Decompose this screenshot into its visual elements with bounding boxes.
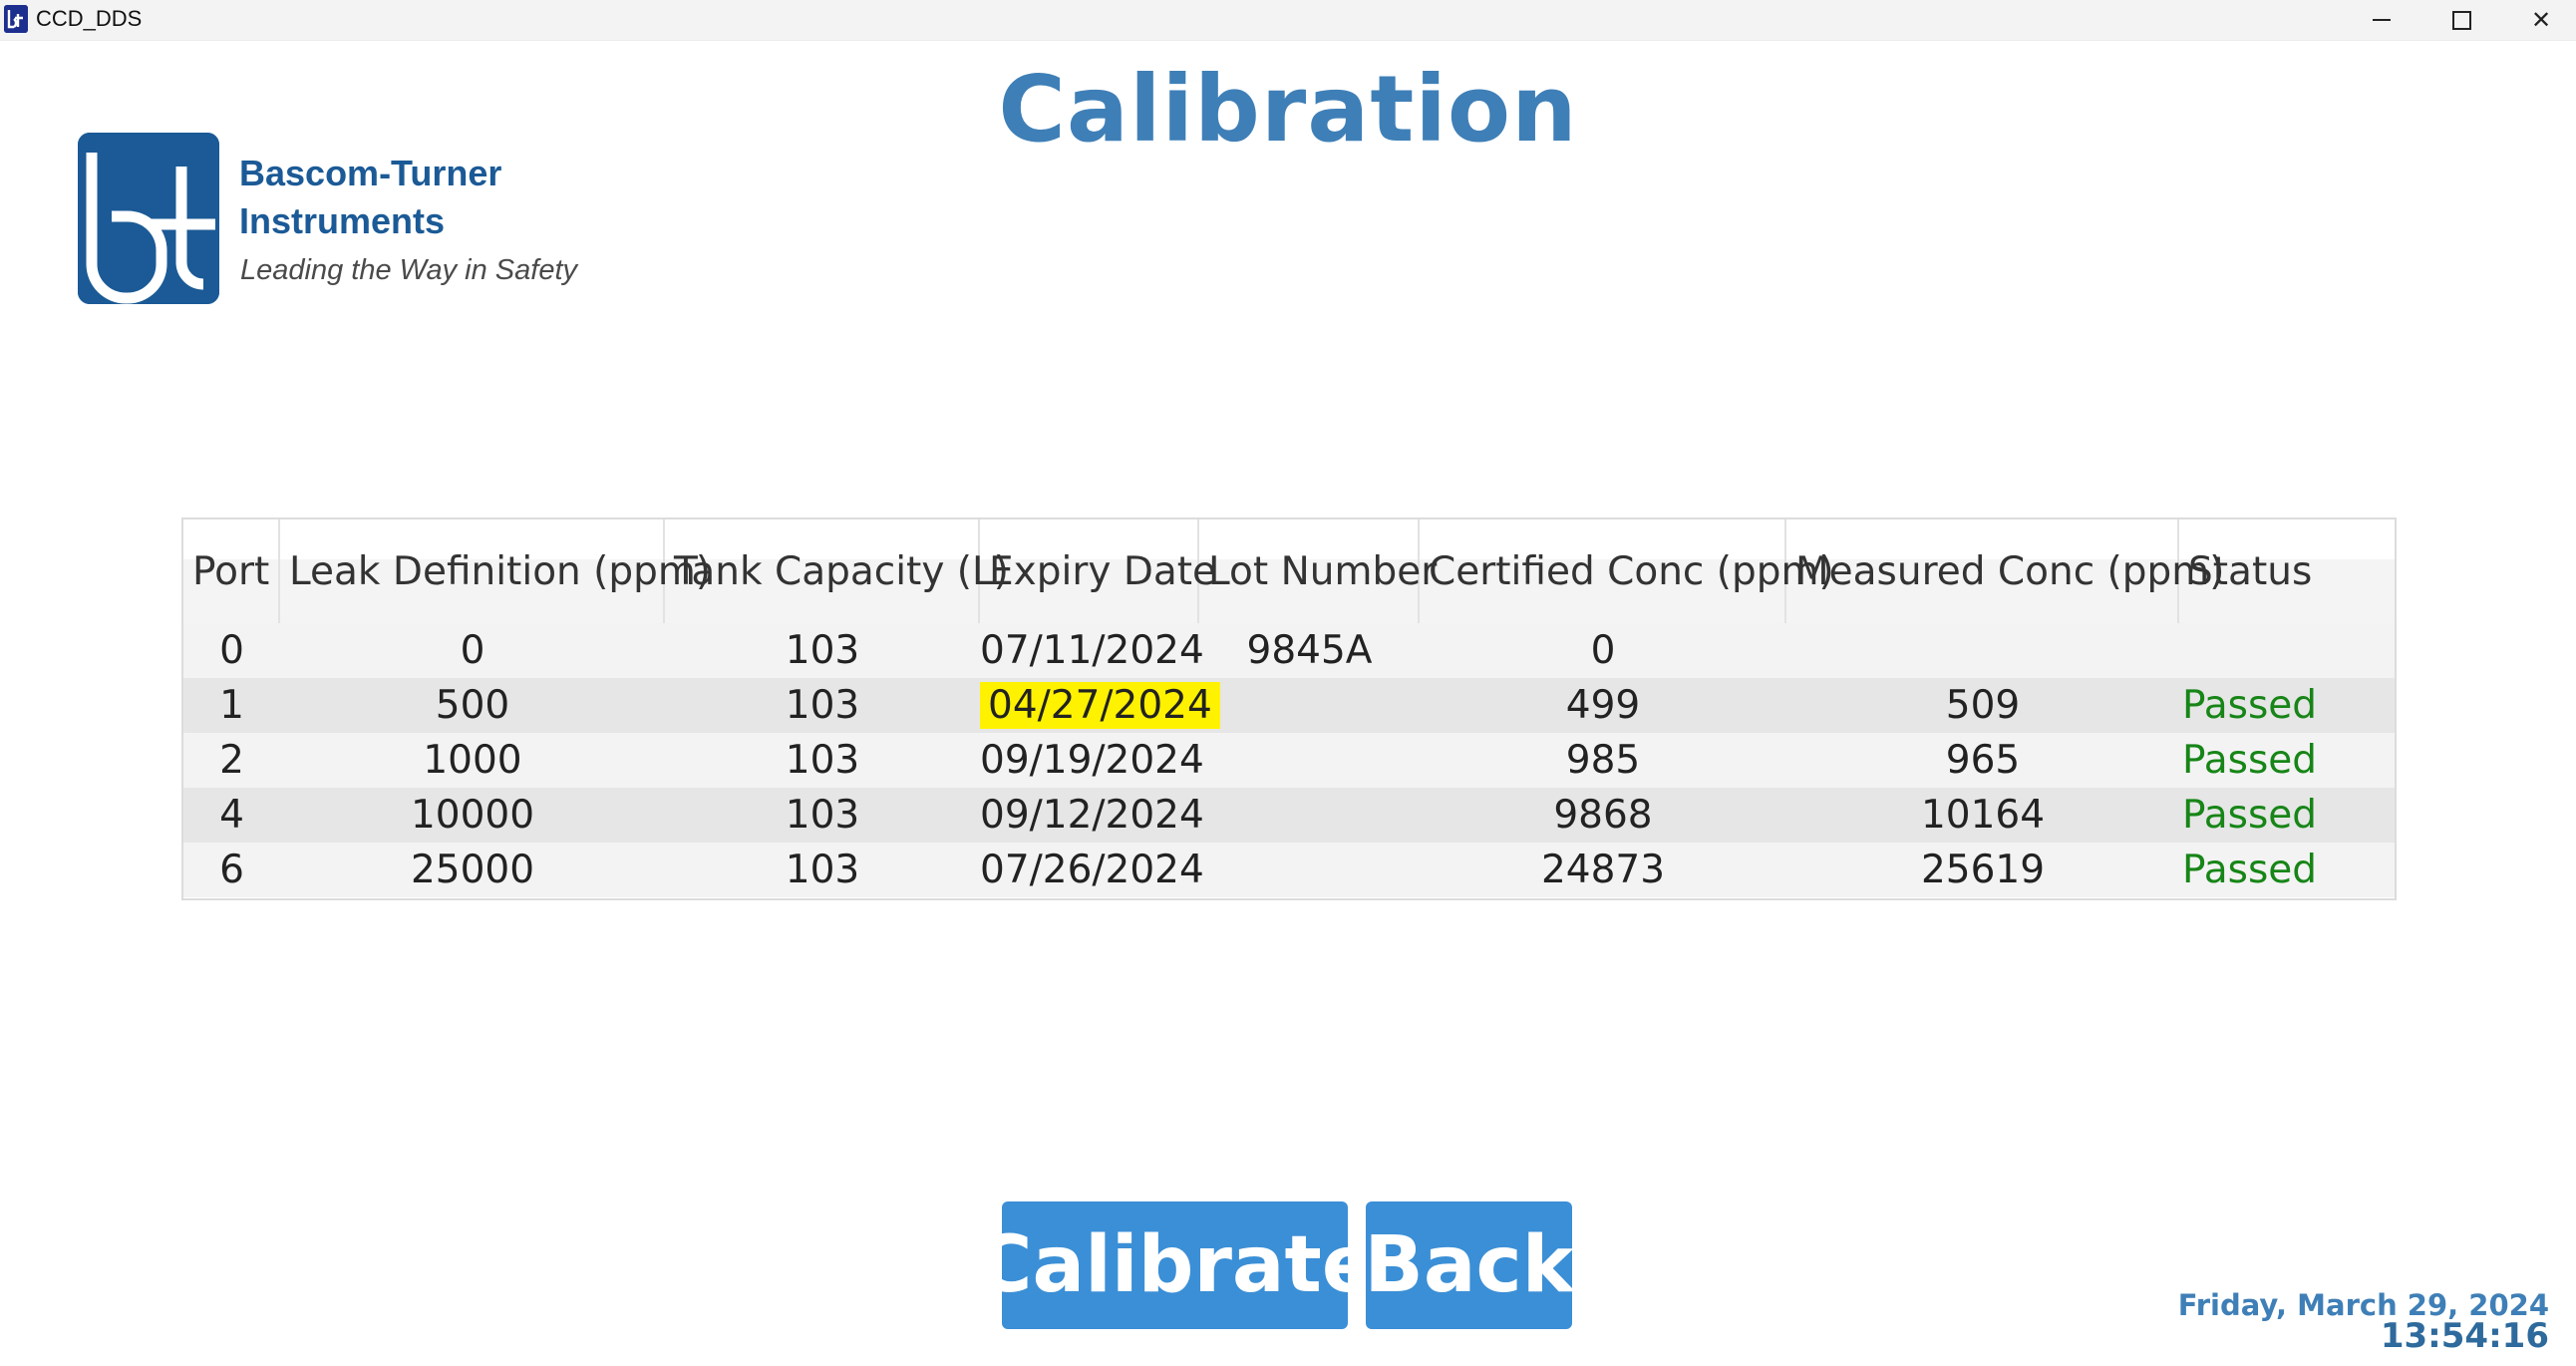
cell-tank-capacity: 103 xyxy=(785,738,860,783)
cell-expiry-date: 07/26/2024 xyxy=(980,848,1204,892)
cell-certified-conc: 9868 xyxy=(1553,793,1653,838)
current-time: 13:54:16 xyxy=(2380,1316,2549,1356)
cell-lot-number xyxy=(1199,733,1420,788)
maximize-button[interactable] xyxy=(2422,0,2500,40)
cell-measured-conc: 509 xyxy=(1945,683,2021,728)
app-icon xyxy=(4,5,28,33)
cell-status: Passed xyxy=(2182,793,2318,838)
cell-tank-capacity: 103 xyxy=(785,848,860,892)
cell-expiry-date: 09/12/2024 xyxy=(980,793,1204,838)
maximize-icon xyxy=(2451,10,2471,30)
company-logo xyxy=(78,133,219,304)
cell-tank-capacity: 103 xyxy=(785,793,860,838)
calibrate-button[interactable]: Calibrate xyxy=(975,1201,1375,1329)
table-row[interactable]: 0 0 103 07/11/2024 9845A 0 xyxy=(183,623,2395,678)
cell-lot-number xyxy=(1199,678,1420,733)
column-header-measured-conc[interactable]: Measured Conc (ppm) xyxy=(1786,519,2225,623)
cell-certified-conc: 24873 xyxy=(1540,848,1666,892)
cell-lot-number: 9845A xyxy=(1246,628,1373,673)
cell-certified-conc: 985 xyxy=(1565,738,1641,783)
cell-leak-definition: 1000 xyxy=(423,738,522,783)
cell-leak-definition: 25000 xyxy=(410,848,535,892)
cell-port: 6 xyxy=(219,848,244,892)
cell-port: 0 xyxy=(219,628,244,673)
cell-leak-definition: 10000 xyxy=(410,793,535,838)
cell-port: 4 xyxy=(219,793,244,838)
cell-measured-conc xyxy=(1786,623,2179,678)
table-row[interactable]: 1 500 103 04/27/2024 499 509 Passed xyxy=(183,678,2395,733)
column-header-tank-capacity[interactable]: Tank Capacity (L) xyxy=(665,519,1009,623)
column-header-expiry-date[interactable]: Expiry Date xyxy=(980,519,1216,623)
cell-certified-conc: 0 xyxy=(1590,628,1616,673)
window-title-bar: CCD_DDS ✕ xyxy=(0,0,2576,41)
close-icon: ✕ xyxy=(2530,6,2552,34)
minimize-button[interactable] xyxy=(2343,0,2420,40)
company-name-line1: Bascom-Turner xyxy=(239,153,502,193)
cell-expiry-date: 07/11/2024 xyxy=(980,628,1204,673)
cell-lot-number xyxy=(1199,843,1420,897)
cell-tank-capacity: 103 xyxy=(785,683,860,728)
cell-expiry-date: 09/19/2024 xyxy=(980,738,1204,783)
page-title: Calibration xyxy=(998,56,1578,163)
cell-status xyxy=(2179,623,2398,678)
cell-measured-conc: 10164 xyxy=(1920,793,2046,838)
cell-measured-conc: 965 xyxy=(1945,738,2021,783)
cell-status: Passed xyxy=(2182,683,2318,728)
table-row[interactable]: 2 1000 103 09/19/2024 985 965 Passed xyxy=(183,733,2395,788)
cell-status: Passed xyxy=(2182,848,2318,892)
cell-leak-definition: 0 xyxy=(460,628,485,673)
table-header: Port Leak Definition (ppm) Tank Capacity… xyxy=(183,519,2395,623)
cell-port: 1 xyxy=(219,683,244,728)
table-row[interactable]: 6 25000 103 07/26/2024 24873 25619 Passe… xyxy=(183,843,2395,897)
cell-status: Passed xyxy=(2182,738,2318,783)
column-header-leak-definition[interactable]: Leak Definition (ppm) xyxy=(280,519,711,623)
cell-measured-conc: 25619 xyxy=(1920,848,2046,892)
back-button[interactable]: Back xyxy=(1364,1201,1574,1329)
close-button[interactable]: ✕ xyxy=(2502,0,2576,40)
column-header-port[interactable]: Port xyxy=(183,519,280,623)
bt-logo-mark xyxy=(78,133,219,304)
cell-certified-conc: 499 xyxy=(1565,683,1641,728)
cell-lot-number xyxy=(1199,788,1420,843)
expiry-date-warning-highlight: 04/27/2024 xyxy=(980,682,1220,729)
cell-leak-definition: 500 xyxy=(435,683,510,728)
table-row[interactable]: 4 10000 103 09/12/2024 9868 10164 Passed xyxy=(183,788,2395,843)
calibration-table: Port Leak Definition (ppm) Tank Capacity… xyxy=(181,517,2397,900)
column-header-certified-conc[interactable]: Certified Conc (ppm) xyxy=(1420,519,1834,623)
company-name-line2: Instruments xyxy=(239,200,446,241)
cell-port: 2 xyxy=(219,738,244,783)
company-name: Bascom-Turner Instruments xyxy=(239,150,558,245)
company-tagline: Leading the Way in Safety xyxy=(240,254,578,286)
window-title: CCD_DDS xyxy=(36,6,143,31)
column-header-lot-number[interactable]: Lot Number xyxy=(1199,519,1437,623)
app-logo-icon xyxy=(4,5,28,33)
cell-expiry-date: 04/27/2024 xyxy=(980,678,1220,733)
column-header-status[interactable]: Status xyxy=(2179,519,2395,623)
cell-tank-capacity: 103 xyxy=(785,628,860,673)
minimize-icon xyxy=(2373,19,2391,21)
